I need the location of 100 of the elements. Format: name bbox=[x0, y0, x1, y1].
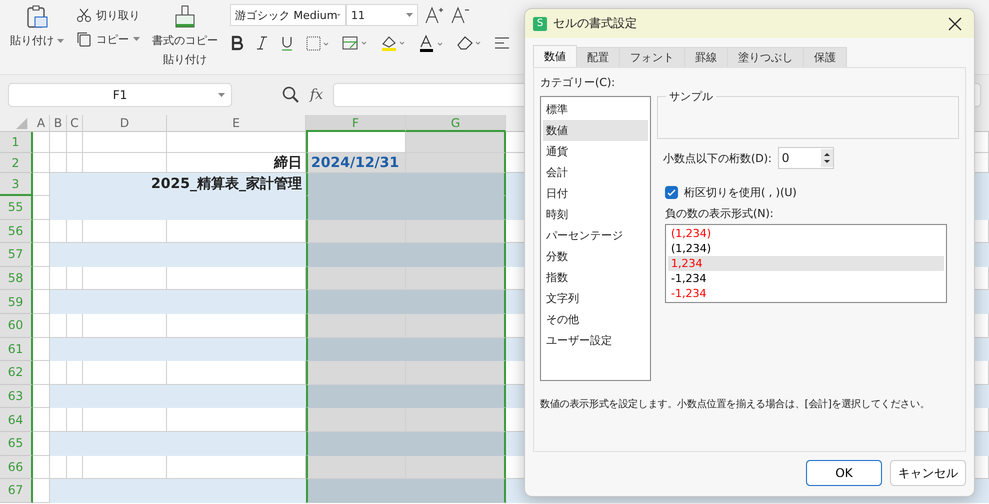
column-header[interactable]: D bbox=[83, 115, 167, 132]
sheet-cell[interactable] bbox=[33, 153, 50, 173]
tab[interactable]: フォント bbox=[619, 47, 685, 67]
sheet-cell[interactable] bbox=[33, 173, 50, 196]
sheet-cell[interactable] bbox=[50, 243, 306, 267]
sheet-cell[interactable] bbox=[167, 456, 306, 480]
negative-format-item[interactable]: (1,234) bbox=[668, 226, 944, 241]
category-item[interactable]: 分数 bbox=[543, 246, 648, 267]
sheet-cell[interactable] bbox=[33, 361, 50, 385]
sheet-cell[interactable] bbox=[33, 338, 50, 362]
sheet-cell[interactable] bbox=[306, 384, 406, 408]
category-item[interactable]: 会計 bbox=[543, 162, 648, 183]
sheet-cell[interactable] bbox=[306, 361, 406, 385]
sheet-cell[interactable] bbox=[50, 196, 306, 220]
sheet-cell[interactable] bbox=[306, 338, 406, 362]
bold-icon[interactable] bbox=[230, 35, 244, 51]
sheet-cell[interactable] bbox=[33, 290, 50, 314]
negative-format-list[interactable]: (1,234) (1,234) 1,234 -1,234 -1,234 bbox=[665, 224, 947, 303]
sheet-cell[interactable] bbox=[50, 384, 306, 408]
sheet-cell[interactable] bbox=[306, 456, 406, 480]
sheet-cell[interactable] bbox=[306, 314, 406, 338]
sheet-cell[interactable] bbox=[67, 361, 83, 385]
sheet-cell[interactable] bbox=[83, 266, 167, 290]
sheet-cell[interactable] bbox=[306, 132, 406, 153]
category-item[interactable]: 日付 bbox=[543, 183, 648, 204]
sheet-cell[interactable] bbox=[33, 432, 50, 456]
sheet-cell[interactable] bbox=[406, 432, 506, 456]
sheet-cell[interactable] bbox=[83, 153, 167, 173]
sheet-cell[interactable] bbox=[83, 408, 167, 432]
zoom-icon[interactable] bbox=[282, 86, 300, 104]
sheet-cell[interactable] bbox=[406, 132, 506, 153]
sheet-cell[interactable] bbox=[33, 243, 50, 267]
column-header[interactable]: E bbox=[167, 115, 306, 132]
column-header[interactable]: A bbox=[33, 115, 50, 132]
sheet-cell[interactable] bbox=[167, 266, 306, 290]
category-item[interactable]: 文字列 bbox=[543, 288, 648, 309]
decimals-spinner[interactable]: 0 bbox=[778, 147, 834, 169]
sheet-cell[interactable] bbox=[67, 132, 83, 153]
sheet-cell[interactable] bbox=[406, 266, 506, 290]
sheet-cell[interactable] bbox=[50, 456, 67, 480]
sheet-cell[interactable] bbox=[33, 132, 50, 153]
category-item[interactable]: 時刻 bbox=[543, 204, 648, 225]
sheet-cell[interactable] bbox=[306, 479, 406, 503]
sheet-cell[interactable] bbox=[67, 220, 83, 244]
sheet-cell[interactable] bbox=[67, 314, 83, 338]
name-box[interactable]: F1 bbox=[8, 83, 232, 107]
sheet-cell[interactable] bbox=[406, 153, 506, 173]
sheet-cell[interactable] bbox=[33, 314, 50, 338]
sheet-cell[interactable] bbox=[33, 196, 50, 220]
sheet-cell[interactable] bbox=[306, 266, 406, 290]
tab[interactable]: 罫線 bbox=[684, 47, 728, 67]
sheet-cell[interactable] bbox=[83, 314, 167, 338]
sheet-cell[interactable] bbox=[83, 220, 167, 244]
sheet-cell[interactable] bbox=[33, 408, 50, 432]
sheet-cell[interactable] bbox=[67, 266, 83, 290]
sheet-cell[interactable] bbox=[83, 456, 167, 480]
sheet-cell[interactable] bbox=[306, 220, 406, 244]
sheet-cell[interactable] bbox=[50, 314, 67, 338]
sheet-cell[interactable] bbox=[306, 290, 406, 314]
sheet-cell[interactable] bbox=[406, 408, 506, 432]
category-item[interactable]: 通貨 bbox=[543, 141, 648, 162]
category-item[interactable]: パーセンテージ bbox=[543, 225, 648, 246]
copy-button[interactable]: コピー bbox=[76, 28, 140, 50]
sheet-cell[interactable] bbox=[306, 432, 406, 456]
sheet-cell[interactable] bbox=[83, 132, 167, 153]
sheet-cell[interactable] bbox=[33, 456, 50, 480]
decrease-font-icon[interactable] bbox=[450, 6, 470, 24]
spin-arrows-icon[interactable] bbox=[820, 149, 833, 167]
category-list[interactable]: 標準 数値 通貨 会計 日付 時刻 パーセンテージ 分数 指数 文字列 その他 ユーザー設定 bbox=[540, 96, 651, 381]
tab[interactable]: 塗りつぶし bbox=[727, 47, 804, 67]
sheet-cell[interactable] bbox=[50, 132, 67, 153]
date-cell[interactable]: 2024/12/31 bbox=[306, 153, 406, 173]
sheet-cell[interactable] bbox=[167, 314, 306, 338]
category-item[interactable]: ユーザー設定 bbox=[543, 330, 648, 351]
sheet-cell[interactable] bbox=[167, 408, 306, 432]
sheet-cell[interactable] bbox=[33, 479, 50, 503]
sheet-cell[interactable] bbox=[50, 338, 306, 362]
sheet-cell[interactable] bbox=[306, 243, 406, 267]
sheet-cell[interactable] bbox=[83, 361, 167, 385]
sheet-cell[interactable] bbox=[33, 220, 50, 244]
category-item[interactable]: 指数 bbox=[543, 267, 648, 288]
negative-format-item[interactable]: -1,234 bbox=[668, 271, 944, 286]
font-size-select[interactable]: 11 bbox=[346, 4, 418, 26]
font-select[interactable]: 游ゴシック Medium bbox=[230, 4, 346, 26]
ok-button[interactable]: OK bbox=[806, 460, 882, 486]
paste-button[interactable]: 貼り付け bbox=[10, 4, 64, 49]
column-header[interactable]: C bbox=[67, 115, 83, 132]
sheet-cell[interactable] bbox=[33, 266, 50, 290]
sheet-cell[interactable] bbox=[67, 153, 83, 173]
cell-style-icon[interactable] bbox=[342, 36, 368, 50]
increase-font-icon[interactable] bbox=[424, 6, 444, 24]
category-item[interactable]: その他 bbox=[543, 309, 648, 330]
sheet-cell[interactable] bbox=[406, 456, 506, 480]
sheet-cell[interactable] bbox=[50, 220, 67, 244]
tab[interactable]: 保護 bbox=[803, 47, 847, 67]
sheet-cell[interactable] bbox=[406, 384, 506, 408]
sheet-cell[interactable] bbox=[67, 408, 83, 432]
sheet-cell[interactable] bbox=[167, 220, 306, 244]
sheet-cell[interactable] bbox=[406, 479, 506, 503]
fill-color-icon[interactable] bbox=[380, 35, 406, 51]
